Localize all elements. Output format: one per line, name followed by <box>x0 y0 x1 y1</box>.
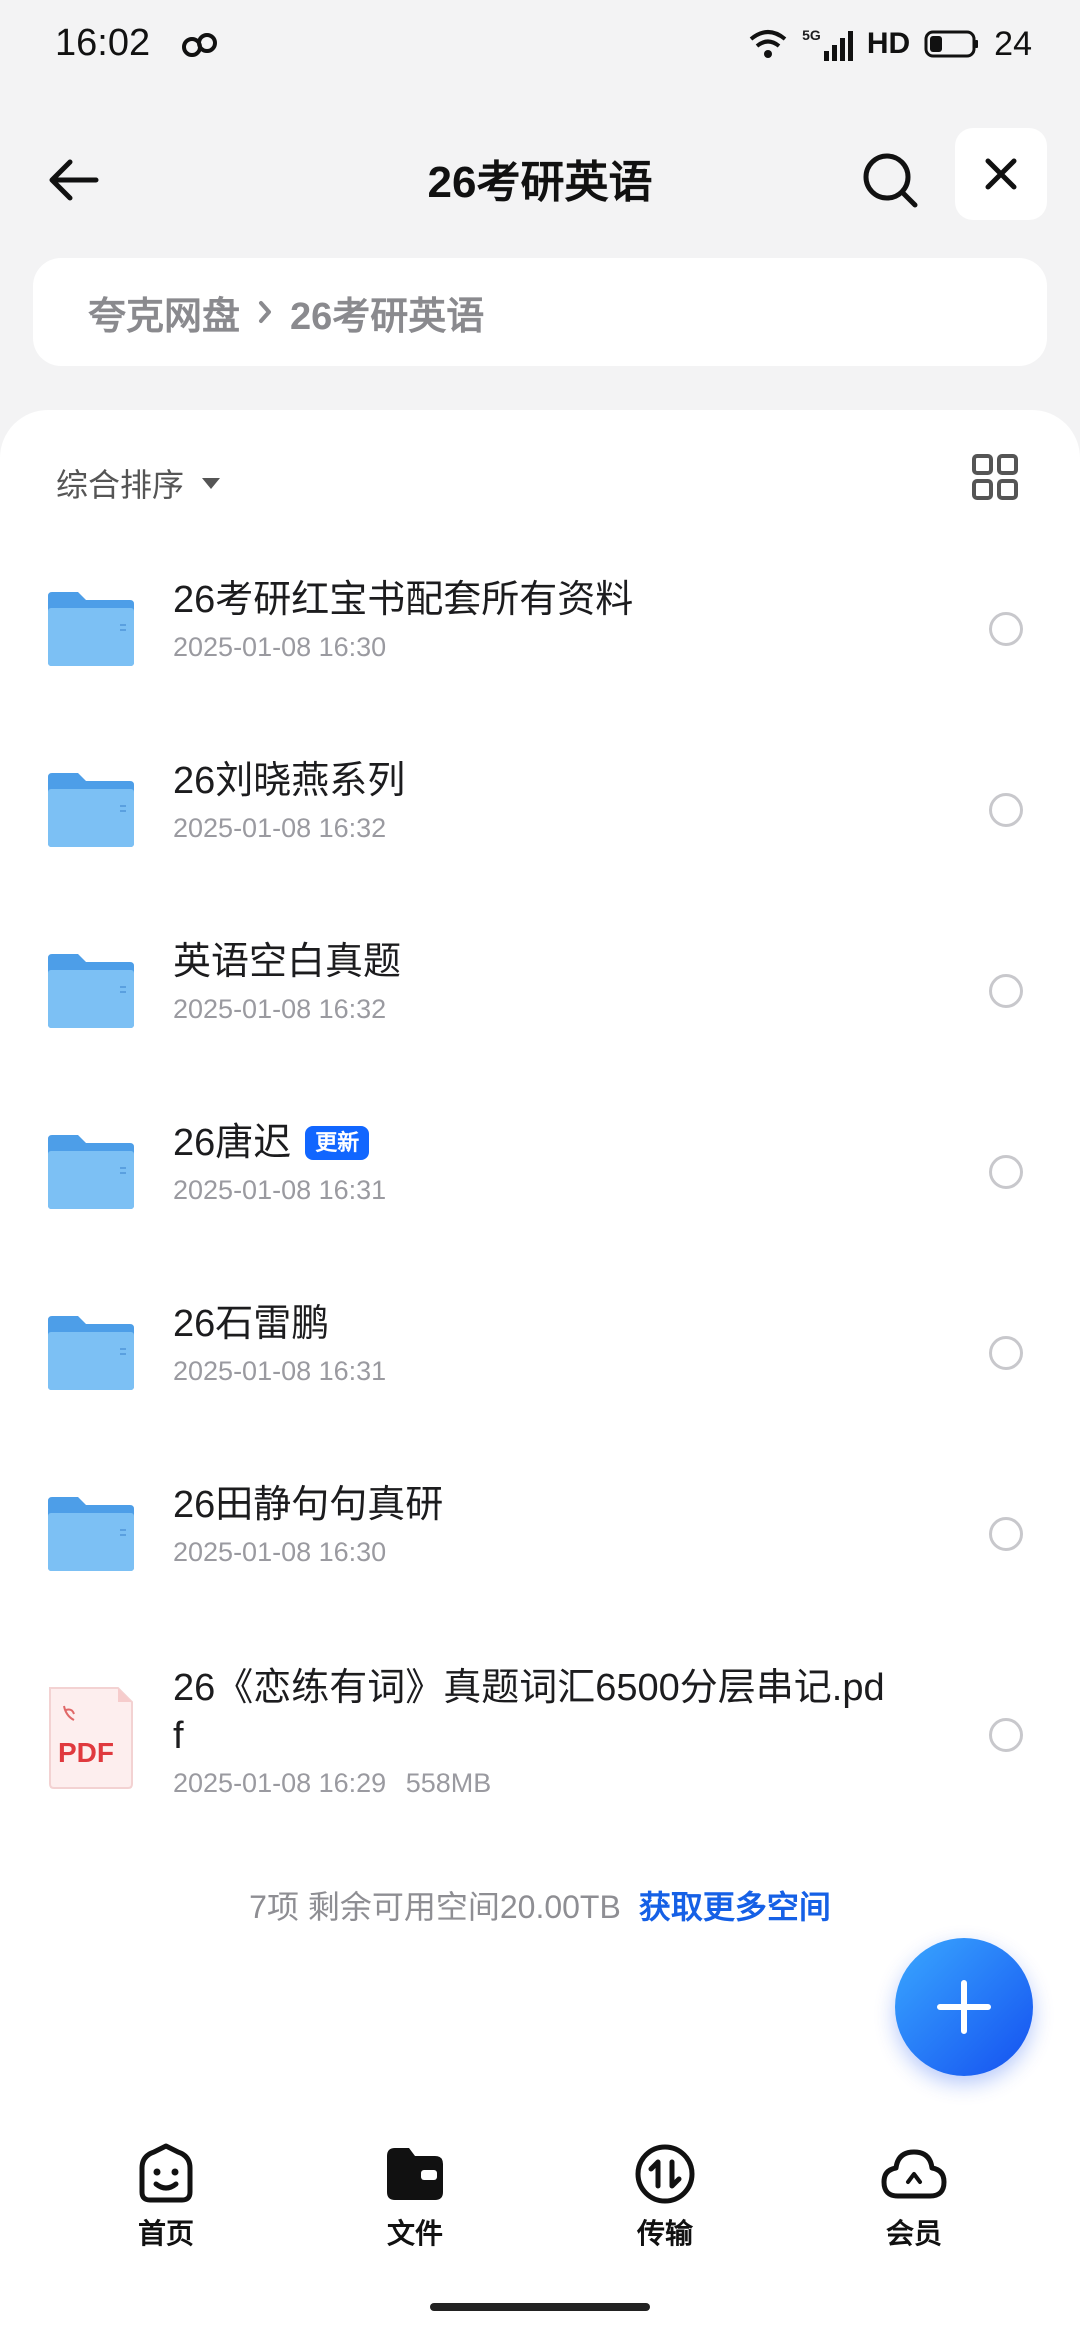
file-name: 26田静句句真研 <box>173 1484 444 1526</box>
file-date: 2025-01-08 16:31 <box>173 1175 387 1205</box>
list-item[interactable]: 英语空白真题 2025-01-08 16:32 <box>0 900 1080 1081</box>
file-name: 26石雷鹏 <box>173 1303 330 1345</box>
file-list-panel: 综合排序 26考研红宝书配套所有资料 2025-01-08 16:30 26刘晓… <box>0 410 1080 2130</box>
select-radio[interactable] <box>989 1517 1023 1551</box>
search-button[interactable] <box>852 142 928 218</box>
battery-level: 24 <box>994 24 1032 63</box>
list-item[interactable]: 26田静句句真研 2025-01-08 16:30 <box>0 1443 1080 1624</box>
sort-label: 综合排序 <box>56 467 185 503</box>
close-button[interactable] <box>955 128 1047 220</box>
search-icon <box>863 153 918 208</box>
nav-member[interactable]: 会员 <box>844 2142 984 2252</box>
nav-files-label: 文件 <box>386 2218 443 2249</box>
add-button[interactable] <box>895 1938 1033 2076</box>
folder-icon <box>48 954 134 1028</box>
battery-icon <box>924 30 979 58</box>
list-item[interactable]: 26石雷鹏 2025-01-08 16:31 <box>0 1262 1080 1443</box>
file-date: 2025-01-08 16:32 <box>173 813 387 843</box>
file-date: 2025-01-08 16:29 <box>173 1768 387 1798</box>
nav-transfer-label: 传输 <box>636 2218 693 2249</box>
file-date: 2025-01-08 16:30 <box>173 1537 387 1567</box>
file-date: 2025-01-08 16:32 <box>173 994 387 1024</box>
folder-icon <box>48 1316 134 1390</box>
file-size: 558MB <box>405 1768 492 1798</box>
file-meta: 2025-01-08 16:29 558MB <box>173 1768 893 1799</box>
caret-down-icon <box>202 477 221 489</box>
update-badge: 更新 <box>305 1126 370 1160</box>
header: 26考研英语 <box>0 118 1080 238</box>
file-name: 英语空白真题 <box>173 941 402 983</box>
folder-icon <box>48 773 134 847</box>
select-radio[interactable] <box>989 1336 1023 1370</box>
list-item[interactable]: 26刘晓燕系列 2025-01-08 16:32 <box>0 719 1080 900</box>
nav-home[interactable]: 首页 <box>96 2142 236 2252</box>
wifi-icon <box>749 30 787 58</box>
nav-files[interactable]: 文件 <box>345 2142 485 2252</box>
select-radio[interactable] <box>989 612 1023 646</box>
select-radio[interactable] <box>989 1155 1023 1189</box>
nav-home-label: 首页 <box>137 2218 194 2249</box>
file-date: 2025-01-08 16:30 <box>173 632 387 662</box>
hd-indicator: HD <box>866 27 911 60</box>
list-item[interactable]: 26唐迟 更新 2025-01-08 16:31 <box>0 1081 1080 1262</box>
breadcrumb-root[interactable]: 夸克网盘 <box>88 285 240 340</box>
file-name: 26唐迟 <box>173 1122 292 1164</box>
cloud-icon <box>881 2149 947 2199</box>
chevron-right-icon <box>258 300 272 324</box>
folder-icon <box>48 1497 134 1571</box>
breadcrumb: 夸克网盘 26考研英语 <box>33 258 1047 366</box>
get-more-space-link[interactable]: 获取更多空间 <box>639 1889 831 1925</box>
sync-icon <box>182 33 217 57</box>
folder-filled-icon <box>387 2148 443 2200</box>
status-bar: 16:02 5G HD 24 <box>0 0 1080 92</box>
network-type: 5G <box>802 27 821 43</box>
storage-summary: 7项 剩余可用空间20.00TB <box>249 1889 621 1925</box>
file-name-wrapper: 26唐迟 更新 <box>173 1119 893 1167</box>
file-date: 2025-01-08 16:31 <box>173 1356 387 1386</box>
pdf-icon: PDF <box>49 1687 133 1789</box>
file-list: 26考研红宝书配套所有资料 2025-01-08 16:30 26刘晓燕系列 2… <box>0 538 1080 1840</box>
pdf-icon-label: PDF <box>58 1737 114 1768</box>
folder-icon <box>48 1135 134 1209</box>
signal-icon: 5G <box>802 27 853 61</box>
nav-transfer[interactable]: 传输 <box>595 2142 735 2252</box>
grid-view-icon[interactable] <box>970 452 1020 502</box>
list-item[interactable]: 26考研红宝书配套所有资料 2025-01-08 16:30 <box>0 538 1080 719</box>
file-name: 26刘晓燕系列 <box>173 760 406 802</box>
plus-icon <box>937 1980 991 2034</box>
folder-icon <box>48 592 134 666</box>
sort-dropdown[interactable]: 综合排序 <box>56 458 221 508</box>
status-time: 16:02 <box>55 22 151 64</box>
smiley-home-icon <box>139 2143 193 2203</box>
breadcrumb-current: 26考研英语 <box>290 295 485 338</box>
home-indicator[interactable] <box>430 2303 650 2311</box>
file-name: 26考研红宝书配套所有资料 <box>173 579 634 621</box>
nav-member-label: 会员 <box>885 2218 942 2249</box>
list-item[interactable]: PDF 26《恋练有词》真题词汇6500分层串记.pdf 2025-01-08 … <box>0 1624 1080 1840</box>
transfer-icon <box>635 2144 695 2204</box>
close-icon <box>985 158 1017 190</box>
select-radio[interactable] <box>989 793 1023 827</box>
select-radio[interactable] <box>989 974 1023 1008</box>
select-radio[interactable] <box>989 1718 1023 1752</box>
storage-info: 7项 剩余可用空间20.00TB 获取更多空间 <box>0 1882 1080 1928</box>
file-name: 26《恋练有词》真题词汇6500分层串记.pdf <box>173 1667 885 1757</box>
